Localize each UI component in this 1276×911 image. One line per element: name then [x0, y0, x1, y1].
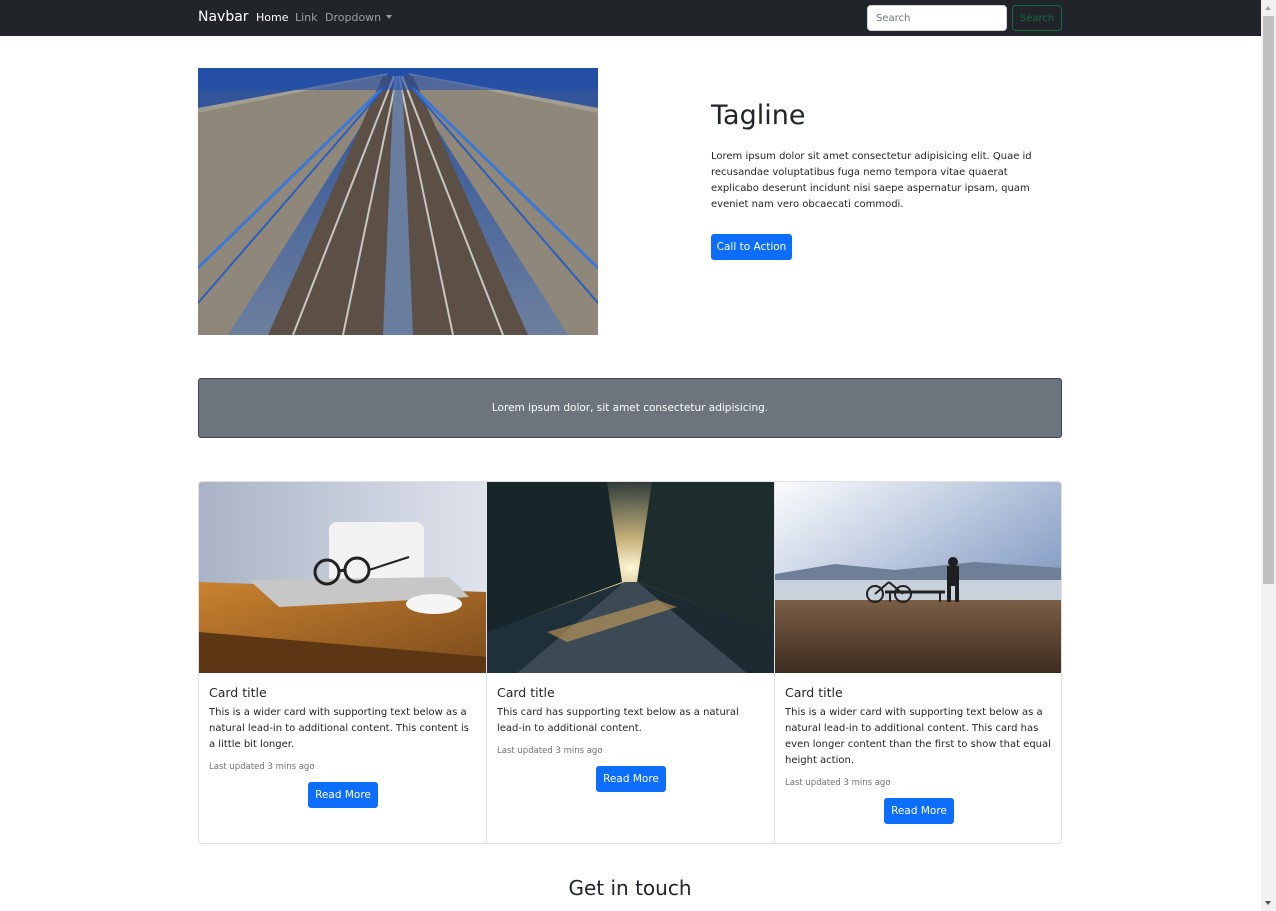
card: Card title This is a wider card with sup…	[774, 482, 1061, 843]
nav-dropdown-label: Dropdown	[325, 11, 382, 24]
card-text: This is a wider card with supporting tex…	[785, 707, 1051, 766]
search-button[interactable]: Search	[1012, 5, 1062, 31]
card-body: Card title This card has supporting text…	[487, 673, 775, 792]
card-title: Card title	[785, 685, 843, 700]
contact-heading: Get in touch	[568, 876, 692, 900]
search-input[interactable]	[867, 5, 1007, 31]
call-to-action-button[interactable]: Call to Action	[711, 234, 792, 260]
card-body: Card title This is a wider card with sup…	[199, 673, 487, 808]
nav-link-link[interactable]: Link	[295, 11, 318, 24]
scroll-up-arrow-icon[interactable]	[1265, 6, 1271, 10]
card-text: This is a wider card with supporting tex…	[209, 707, 469, 750]
card: Card title This is a wider card with sup…	[199, 482, 487, 843]
card-updated: Last updated 3 mins ago	[209, 762, 315, 772]
caret-down-icon	[386, 15, 393, 19]
card-image	[199, 482, 487, 673]
card-image	[775, 482, 1061, 673]
card-image	[487, 482, 775, 673]
read-more-button[interactable]: Read More	[596, 766, 666, 792]
info-banner: Lorem ipsum dolor, sit amet consectetur …	[198, 378, 1062, 438]
hero-text: Lorem ipsum dolor sit amet consectetur a…	[711, 151, 1032, 210]
read-more-button[interactable]: Read More	[884, 798, 954, 824]
scroll-down-arrow-icon[interactable]	[1265, 901, 1271, 905]
scrollbar-thumb[interactable]	[1263, 16, 1274, 584]
card-updated: Last updated 3 mins ago	[497, 746, 603, 756]
page-scrollbar[interactable]	[1261, 0, 1276, 911]
nav-dropdown[interactable]: Dropdown	[325, 11, 393, 24]
card-title: Card title	[209, 685, 267, 700]
nav-link-home[interactable]: Home	[256, 11, 288, 24]
navbar: Navbar Home Link Dropdown Search	[0, 0, 1261, 36]
card-text: This card has supporting text below as a…	[497, 707, 739, 734]
hero-image	[198, 68, 598, 335]
card-updated: Last updated 3 mins ago	[785, 778, 891, 788]
card: Card title This card has supporting text…	[486, 482, 775, 843]
card-title: Card title	[497, 685, 555, 700]
hero-tagline: Tagline	[711, 100, 806, 131]
card-group: Card title This is a wider card with sup…	[198, 481, 1062, 844]
card-body: Card title This is a wider card with sup…	[775, 673, 1061, 824]
banner-text: Lorem ipsum dolor, sit amet consectetur …	[491, 402, 769, 414]
read-more-button[interactable]: Read More	[308, 782, 378, 808]
navbar-brand[interactable]: Navbar	[198, 9, 249, 25]
